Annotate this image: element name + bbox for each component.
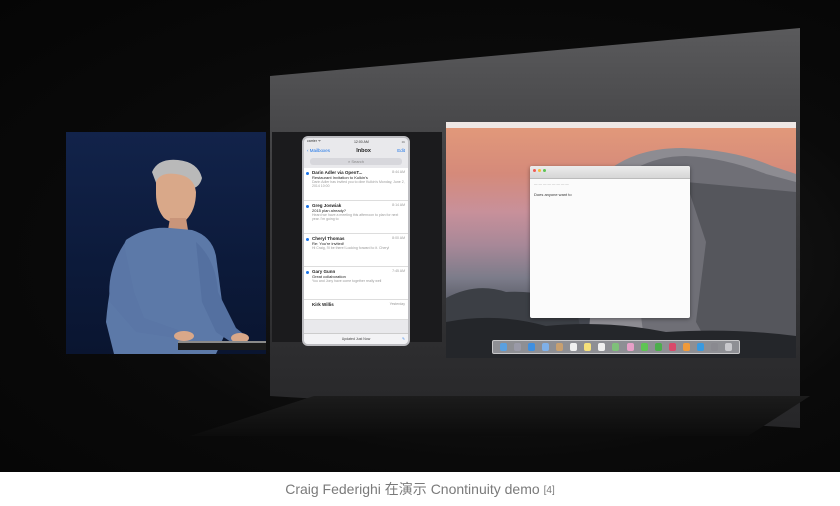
mail-item[interactable]: Cheryl Thomas 8:00 AM Re: You're invited…: [304, 234, 408, 267]
mailboxes-back-button[interactable]: ‹ Mailboxes: [307, 148, 330, 153]
mail-status-bar: Updated Just Now ✎: [304, 333, 408, 344]
compose-icon[interactable]: ✎: [402, 334, 405, 344]
reminders-icon[interactable]: [598, 343, 606, 351]
iphone-screen-panel: carrier ᯤ 12:00 AM ▭ ‹ Mailboxes Inbox E…: [272, 132, 442, 346]
mail-preview: Darin Adler has invited you to dine Kulk…: [312, 180, 405, 188]
calendar-icon[interactable]: [570, 343, 578, 351]
messages-icon[interactable]: [640, 343, 648, 351]
mail-time: 8:14 AM: [392, 203, 405, 207]
minimize-icon[interactable]: [538, 169, 541, 172]
mail-item[interactable]: Darin Adler via OpenT... 8:44 AM Restaur…: [304, 168, 408, 201]
mail-item[interactable]: Gary Gunn 7:45 AM Great collaboration Yo…: [304, 267, 408, 300]
mail-preview: Heard we have a meeting this afternoon t…: [312, 213, 399, 221]
finder-icon[interactable]: [499, 343, 507, 351]
facetime-icon[interactable]: [654, 343, 662, 351]
unread-dot-icon: [306, 205, 309, 208]
carrier-label: carrier ᯤ: [307, 139, 322, 143]
iphone-mockup: carrier ᯤ 12:00 AM ▭ ‹ Mailboxes Inbox E…: [302, 136, 410, 346]
unread-dot-icon: [306, 271, 309, 274]
inbox-title: Inbox: [356, 147, 371, 154]
search-icon: ⌕: [347, 159, 351, 164]
battery-icon: ▭: [401, 139, 405, 144]
preferences-icon[interactable]: [711, 343, 719, 351]
compose-fields: — — — — — — — —: [534, 182, 569, 186]
mail-preview: Hi Craig, I'll be there! Looking forward…: [312, 246, 390, 250]
presenter-figure: [106, 159, 266, 354]
mail-time: 7:45 AM: [392, 269, 405, 273]
maps-icon[interactable]: [612, 343, 620, 351]
search-field[interactable]: ⌕ Search: [310, 158, 402, 165]
zoom-icon[interactable]: [543, 169, 546, 172]
notes-icon[interactable]: [584, 343, 592, 351]
stage-floor: [190, 396, 810, 436]
keynote-photo: carrier ᯤ 12:00 AM ▭ ‹ Mailboxes Inbox E…: [0, 0, 840, 472]
mail-preview: You and Jony have come together really w…: [312, 279, 382, 283]
contacts-icon[interactable]: [555, 343, 563, 351]
app-store-icon[interactable]: [697, 343, 705, 351]
mail-time: 8:00 AM: [392, 236, 405, 240]
mail-time: Yesterday: [389, 302, 405, 306]
caption-text: Craig Federighi 在演示 Cnontinuity demo: [285, 481, 540, 497]
status-bar: carrier ᯤ 12:00 AM ▭: [304, 138, 408, 145]
close-icon[interactable]: [533, 169, 536, 172]
unread-dot-icon: [306, 172, 309, 175]
photo-caption: Craig Federighi 在演示 Cnontinuity demo [4]: [0, 472, 840, 506]
mail-item[interactable]: Kirk Willis Yesterday: [304, 300, 408, 320]
compose-toolbar: [530, 166, 690, 179]
mail-nav-bar: ‹ Mailboxes Inbox Edit: [304, 145, 408, 156]
safari-icon[interactable]: [527, 343, 535, 351]
window-controls: [533, 169, 546, 172]
mail-time: 8:44 AM: [392, 170, 405, 174]
unread-dot-icon: [306, 238, 309, 241]
mac-dock: [492, 340, 740, 354]
mail-list: Darin Adler via OpenT... 8:44 AM Restaur…: [304, 168, 408, 320]
launchpad-icon[interactable]: [513, 343, 521, 351]
mac-menu-bar: [446, 122, 796, 128]
mac-desktop-panel: — — — — — — — — Does anyone want to: [446, 122, 796, 358]
itunes-icon[interactable]: [668, 343, 676, 351]
compose-body[interactable]: Does anyone want to: [530, 189, 690, 200]
caption-reference[interactable]: [4]: [544, 485, 555, 496]
mail-item[interactable]: Greg Joswiak 8:14 AM 2015 plan already? …: [304, 201, 408, 234]
status-time: 12:00 AM: [353, 139, 369, 144]
mail-icon[interactable]: [541, 343, 549, 351]
mac-mail-compose-window: — — — — — — — — Does anyone want to: [530, 166, 690, 318]
photos-icon[interactable]: [626, 343, 634, 351]
trash-icon[interactable]: [725, 343, 733, 351]
edit-button[interactable]: Edit: [397, 148, 405, 153]
ibooks-icon[interactable]: [682, 343, 690, 351]
